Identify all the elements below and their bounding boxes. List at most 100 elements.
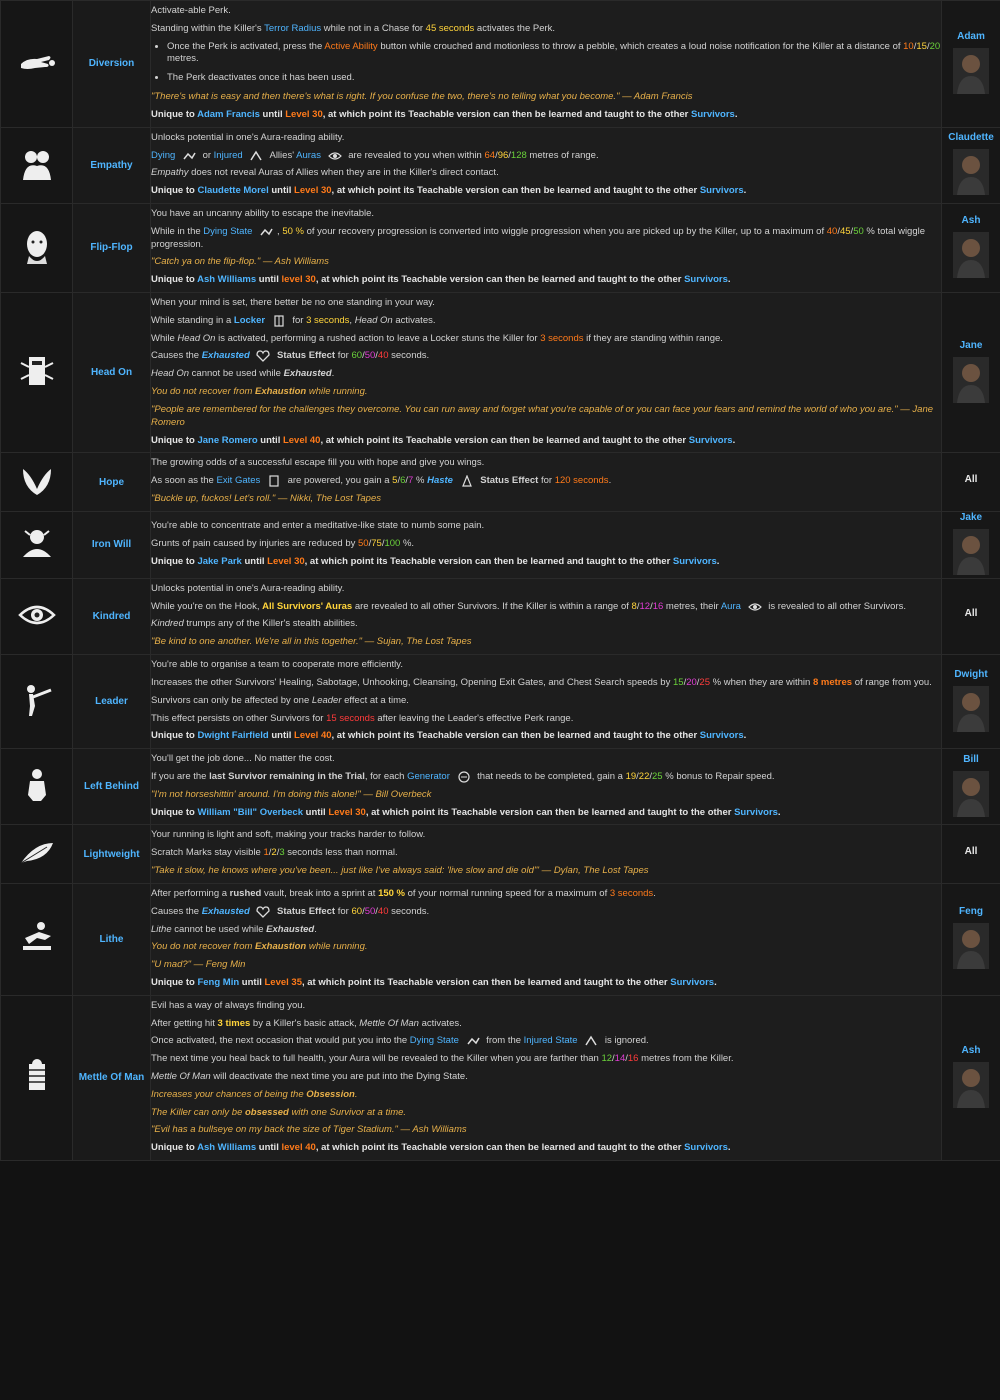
highlight-text: 2 — [271, 847, 277, 859]
injured-state-icon — [584, 1035, 598, 1046]
highlight-text: 6 — [400, 475, 406, 487]
perk-name[interactable]: Hope — [72, 452, 151, 512]
highlight-text[interactable]: Injured — [214, 150, 243, 161]
highlight-text: 12 — [639, 600, 651, 612]
description-line: Mettle Of Man will deactivate the next t… — [151, 1071, 468, 1083]
character-cell: Claudette — [941, 126, 1000, 204]
dying-state-icon — [182, 150, 196, 161]
character-name[interactable]: Adam — [942, 31, 1000, 42]
claudette-morel-portrait[interactable] — [953, 149, 989, 196]
highlight-text[interactable]: William "Bill" Overbeck — [197, 807, 303, 818]
description-line: The next time you heal back to full heal… — [151, 1053, 734, 1065]
perk-name[interactable]: Flip-Flop — [72, 202, 151, 294]
highlight-text[interactable]: Survivors — [700, 730, 744, 741]
perk-name[interactable]: Lithe — [72, 882, 151, 996]
ash-williams-portrait[interactable] — [953, 231, 989, 278]
adam-francis-portrait[interactable] — [953, 47, 989, 94]
perk-name[interactable]: Head On — [72, 292, 151, 454]
character-name[interactable]: Claudette — [942, 132, 1000, 143]
highlight-text: 40 — [826, 225, 838, 237]
highlight-text[interactable]: Exhausted — [202, 906, 250, 917]
highlight-text[interactable]: Survivors — [670, 977, 714, 988]
ash-williams-portrait[interactable] — [953, 1061, 989, 1108]
highlight-text[interactable]: Survivors — [700, 185, 744, 196]
highlight-text[interactable]: Exit Gates — [216, 475, 260, 486]
highlight-text[interactable]: Claudette Morel — [197, 185, 268, 196]
perk-icon-cell — [0, 748, 73, 826]
highlight-text[interactable]: Dying State — [203, 226, 252, 237]
description-line: As soon as the Exit Gates are powered, y… — [151, 474, 612, 487]
perk-name[interactable]: Diversion — [72, 0, 151, 128]
highlight-text[interactable]: Jane Romero — [197, 435, 257, 446]
highlight-text[interactable]: Survivors — [684, 1142, 728, 1153]
highlight-text[interactable]: Ash Williams — [197, 1142, 256, 1153]
highlight-text[interactable]: Ash Williams — [197, 274, 256, 285]
description-line: Evil has a way of always finding you. — [151, 999, 306, 1011]
perk-name[interactable]: Mettle Of Man — [72, 994, 151, 1162]
aura-icon — [327, 150, 342, 161]
highlight-text[interactable]: Jake Park — [197, 556, 241, 567]
unique-line: Unique to Jane Romero until Level 40, at… — [151, 434, 736, 446]
highlight-text[interactable]: Locker — [234, 315, 265, 326]
perk-name[interactable]: Lightweight — [72, 824, 151, 884]
highlight-text[interactable]: Survivors — [734, 807, 778, 818]
highlight-text[interactable]: Survivors — [673, 556, 717, 567]
perk-name[interactable]: Kindred — [72, 577, 151, 656]
perk-description: Activate-able Perk. Standing within the K… — [150, 0, 942, 128]
character-name[interactable]: Jane — [942, 340, 1000, 351]
character-name[interactable]: Dwight — [942, 669, 1000, 680]
highlight-text[interactable]: Generator — [407, 771, 450, 782]
description-bullet: The Perk deactivates once it has been us… — [167, 72, 941, 85]
highlight-text[interactable]: Aura — [721, 601, 741, 612]
highlight-text: 96 — [497, 149, 509, 161]
character-cell: Ash — [941, 994, 1000, 1162]
dwight-fairfield-portrait[interactable] — [953, 685, 989, 732]
character-name[interactable]: Ash — [942, 1045, 1000, 1056]
aura-icon — [747, 601, 762, 612]
highlight-text: 19 — [625, 770, 637, 782]
perk-row-left-behind: Left Behind You'll get the job done... No… — [0, 748, 1000, 826]
perk-row-head-on: Head On When your mind is set, there bett… — [0, 292, 1000, 454]
character-name[interactable]: Ash — [942, 215, 1000, 226]
highlight-text[interactable]: Survivors — [689, 435, 733, 446]
perk-name[interactable]: Left Behind — [72, 748, 151, 826]
highlight-text: Status Effect — [480, 475, 539, 487]
jake-park-portrait[interactable] — [953, 528, 989, 575]
highlight-text[interactable]: Haste — [427, 475, 453, 486]
highlight-text: Level 35 — [264, 976, 302, 988]
highlight-text[interactable]: Dying — [151, 150, 175, 161]
quote-line: "U mad?" — Feng Min — [151, 959, 246, 971]
highlight-text[interactable]: Exhausted — [202, 351, 250, 362]
exit-gate-icon — [267, 475, 281, 487]
description-line: If you are the last Survivor remaining i… — [151, 770, 775, 783]
highlight-text[interactable]: Auras — [296, 150, 321, 161]
character-name[interactable]: Jake — [942, 512, 1000, 523]
highlight-text[interactable]: Adam Francis — [197, 109, 260, 120]
perk-icon-cell — [0, 654, 73, 750]
perk-name[interactable]: Iron Will — [72, 510, 151, 579]
highlight-text[interactable]: Injured State — [524, 1035, 578, 1046]
character-cell: Ash — [941, 202, 1000, 294]
highlight-text[interactable]: Dwight Fairfield — [197, 730, 268, 741]
unique-line: Unique to Claudette Morel until Level 30… — [151, 185, 747, 197]
highlight-text: 3 times — [217, 1017, 251, 1029]
bill-overbeck-portrait[interactable] — [953, 770, 989, 817]
character-name[interactable]: Feng — [942, 906, 1000, 917]
description-line: Unlocks potential in one's Aura-reading … — [151, 582, 345, 594]
highlight-text[interactable]: Terror Radius — [264, 23, 321, 34]
feng-min-portrait[interactable] — [953, 923, 989, 970]
quote-line: You do not recover from Exhaustion while… — [151, 941, 368, 953]
highlight-text[interactable]: Feng Min — [197, 977, 239, 988]
character-name[interactable]: Bill — [942, 754, 1000, 765]
perk-name[interactable]: Empathy — [72, 126, 151, 204]
highlight-text: Leader — [311, 694, 342, 706]
jane-romero-portrait[interactable] — [953, 356, 989, 403]
description-line: Unlocks potential in one's Aura-reading … — [151, 131, 345, 143]
perk-name[interactable]: Leader — [72, 654, 151, 750]
highlight-text: Level 40 — [294, 730, 332, 742]
perk-row-lithe: Lithe After performing a rushed vault, br… — [0, 882, 1000, 996]
highlight-text[interactable]: Dying State — [410, 1035, 459, 1046]
highlight-text[interactable]: Survivors — [684, 274, 728, 285]
highlight-text: 15 — [672, 676, 684, 688]
highlight-text[interactable]: Survivors — [691, 109, 735, 120]
